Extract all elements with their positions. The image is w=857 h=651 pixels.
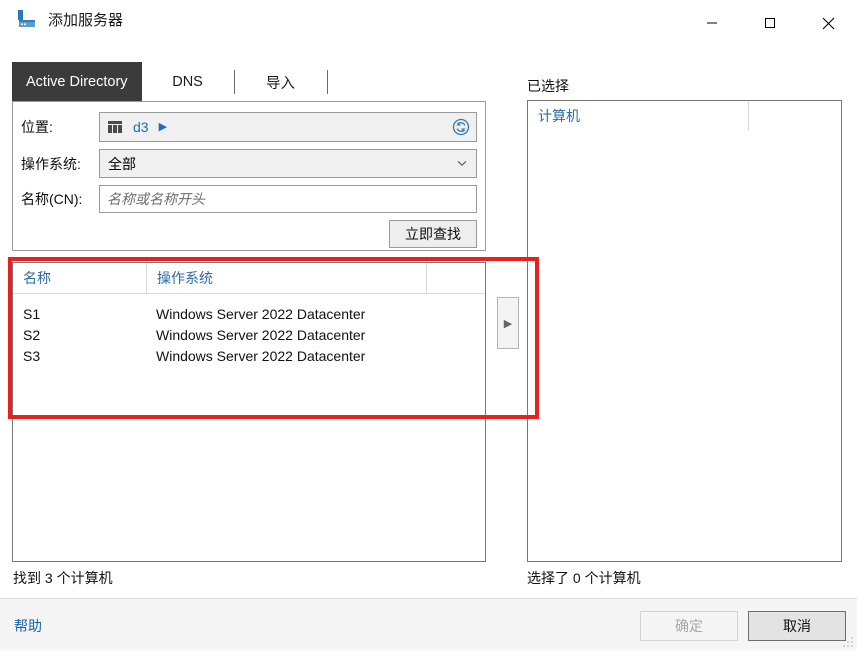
row-os: Windows Server 2022 Datacenter [156, 326, 366, 343]
minimize-button[interactable] [683, 0, 741, 46]
selected-column-extra[interactable] [748, 101, 841, 131]
os-dropdown[interactable]: 全部 [99, 149, 477, 178]
help-link[interactable]: 帮助 [14, 616, 42, 636]
tab-separator-2 [326, 70, 328, 94]
title-bar: 添加服务器 [0, 0, 857, 46]
os-selected-value: 全部 [108, 155, 136, 172]
selected-status-text: 选择了 0 个计算机 [527, 570, 641, 586]
title-bar-left: 添加服务器 [16, 8, 123, 30]
server-icon [16, 8, 38, 30]
move-to-selected-button[interactable]: ▶ [497, 297, 519, 349]
os-row: 操作系统: 全部 [21, 149, 477, 178]
location-label: 位置: [21, 119, 53, 135]
cn-row: 名称(CN): [21, 185, 477, 213]
cancel-button[interactable]: 取消 [748, 611, 846, 641]
window-title: 添加服务器 [48, 11, 124, 29]
os-label: 操作系统: [21, 155, 81, 172]
find-now-row: 立即查找 [21, 220, 477, 248]
location-expand-arrow-icon[interactable]: ▶ [159, 121, 167, 133]
refresh-icon[interactable] [451, 117, 471, 137]
tab-active-directory-label: Active Directory [26, 74, 128, 90]
tab-dns[interactable]: DNS [142, 62, 234, 102]
resize-grip-icon[interactable] [842, 635, 854, 647]
ok-button[interactable]: 确定 [640, 611, 738, 641]
find-now-button[interactable]: 立即查找 [389, 220, 477, 248]
tab-import[interactable]: 导入 [235, 62, 327, 102]
tab-strip: Active Directory DNS 导入 [12, 62, 328, 102]
query-box: 位置: d3 ▶ 操作系统: 全部 名称(CN): 名称或名称开头 立即查找 [12, 101, 486, 251]
row-name: S3 [23, 347, 41, 364]
cn-label: 名称(CN): [21, 191, 83, 207]
chevron-down-icon [457, 159, 467, 169]
table-row[interactable]: S2 Windows Server 2022 Datacenter [13, 324, 485, 345]
results-column-os[interactable]: 操作系统 [146, 263, 426, 293]
selected-column-headers: 计算机 [528, 101, 841, 131]
location-value: d3 [133, 119, 149, 135]
row-name: S2 [23, 326, 41, 343]
row-os: Windows Server 2022 Datacenter [156, 347, 366, 364]
results-column-name[interactable]: 名称 [13, 263, 146, 293]
footer-bar: 帮助 确定 取消 [0, 599, 857, 650]
window-controls [683, 0, 857, 46]
results-list[interactable]: 名称 操作系统 S1 Windows Server 2022 Datacente… [12, 262, 486, 562]
table-row[interactable]: S1 Windows Server 2022 Datacenter [13, 303, 485, 324]
location-row: 位置: d3 ▶ [21, 112, 477, 142]
selected-list[interactable]: 计算机 [527, 100, 842, 562]
tab-dns-label: DNS [172, 74, 203, 90]
domain-icon [106, 118, 124, 136]
tab-active-directory[interactable]: Active Directory [12, 62, 142, 102]
row-os: Windows Server 2022 Datacenter [156, 305, 366, 322]
selected-column-computer[interactable]: 计算机 [528, 101, 748, 131]
query-pane: 位置: d3 ▶ 操作系统: 全部 名称(CN): 名称或名称开头 立即查找 [12, 101, 486, 251]
tab-import-label: 导入 [266, 75, 296, 92]
results-column-headers: 名称 操作系统 [13, 263, 485, 294]
selected-label: 已选择 [527, 78, 569, 94]
row-name: S1 [23, 305, 41, 322]
results-status-text: 找到 3 个计算机 [13, 570, 113, 586]
table-row[interactable]: S3 Windows Server 2022 Datacenter [13, 345, 485, 366]
maximize-button[interactable] [741, 0, 799, 46]
cn-input[interactable] [99, 185, 477, 213]
location-field[interactable]: d3 ▶ [99, 112, 477, 142]
results-column-extra[interactable] [426, 263, 485, 293]
triangle-right-icon: ▶ [503, 317, 513, 330]
results-rows: S1 Windows Server 2022 Datacenter S2 Win… [13, 294, 485, 366]
close-button[interactable] [799, 0, 857, 46]
